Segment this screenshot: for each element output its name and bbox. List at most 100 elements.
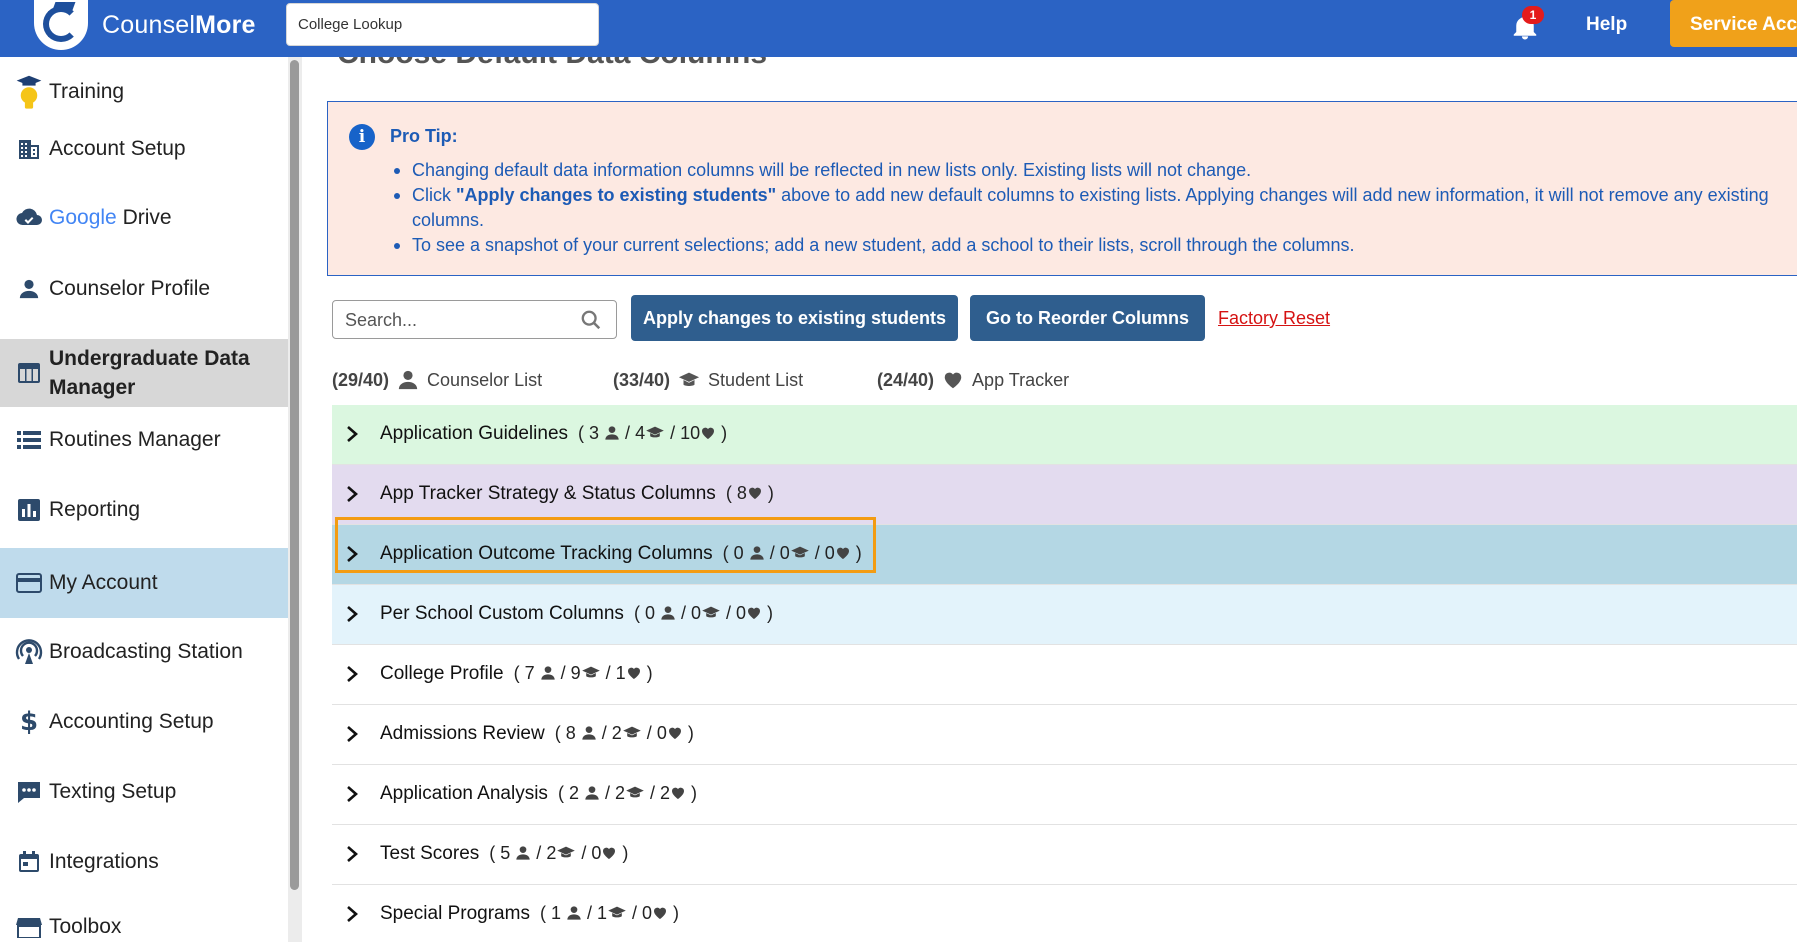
pro-tip-bullet: Changing default data information column…	[390, 158, 1797, 183]
graduation-cap-icon	[646, 426, 664, 438]
pro-tip-bullet: To see a snapshot of your current select…	[390, 233, 1797, 258]
sidebar-scrollbar-thumb[interactable]	[290, 60, 299, 890]
sidebar-item-texting-setup[interactable]: Texting Setup	[0, 762, 288, 822]
category-title: College Profile( 7 / 9 / 1 )	[380, 663, 653, 684]
heart-icon	[944, 372, 962, 389]
google-wordmark: Google	[49, 206, 117, 229]
chevron-right-icon[interactable]	[344, 665, 360, 683]
sidebar-item-counselor-profile[interactable]: Counselor Profile	[0, 259, 288, 319]
pro-tip-title: Pro Tip:	[390, 126, 458, 146]
sidebar-item-label: Routines Manager	[49, 428, 221, 451]
category-counts: ( 2 / 2 / 2 )	[557, 783, 698, 803]
heart-icon	[748, 487, 761, 499]
person-icon	[398, 370, 418, 390]
sidebar-item-label: Reporting	[49, 498, 141, 521]
category-counts: ( 5 / 2 / 0 )	[489, 843, 629, 863]
chevron-right-icon[interactable]	[344, 605, 360, 623]
list-icon	[15, 426, 43, 454]
dollar-icon: $	[19, 707, 39, 737]
sidebar-item-label: Texting Setup	[49, 780, 177, 803]
sidebar-item-my-account[interactable]: My Account	[0, 548, 288, 618]
sidebar-item-undergraduate-data-manager[interactable]: Undergraduate Data Manager	[0, 339, 288, 407]
chevron-right-icon[interactable]	[344, 845, 360, 863]
graduation-cap-icon	[626, 786, 644, 798]
sidebar-item-label: Counselor Profile	[49, 277, 211, 300]
reorder-columns-button[interactable]: Go to Reorder Columns	[970, 295, 1205, 341]
apply-changes-button[interactable]: Apply changes to existing students	[631, 295, 958, 341]
graduation-cap-icon	[608, 906, 626, 918]
service-account-button[interactable]: Service Account	[1670, 0, 1797, 47]
sidebar-item-routines-manager[interactable]: Routines Manager	[0, 410, 288, 470]
search-box	[332, 300, 617, 339]
category-row[interactable]: College Profile( 7 / 9 / 1 )	[332, 645, 1797, 705]
brand-name[interactable]: CounselMore	[102, 11, 256, 40]
sidebar-item-accounting-setup[interactable]: $ Accounting Setup	[0, 692, 288, 752]
sidebar-item-account-setup[interactable]: Account Setup	[0, 119, 288, 179]
search-input[interactable]	[345, 310, 575, 331]
graduation-cap-icon	[678, 372, 700, 386]
person-icon	[15, 275, 43, 303]
sidebar-item-reporting[interactable]: Reporting	[0, 480, 288, 540]
chevron-right-icon[interactable]	[344, 905, 360, 923]
focus-outline	[335, 517, 876, 573]
graduation-cap-icon	[557, 846, 576, 858]
category-counts: ( 8 / 2 / 0 )	[554, 723, 694, 743]
sidebar-item-label: Account Setup	[49, 137, 186, 160]
category-counts: ( 7 / 9 / 1 )	[513, 663, 653, 683]
category-counts: ( 3 / 4 / 10 )	[578, 423, 728, 443]
chevron-right-icon[interactable]	[344, 425, 360, 443]
category-row[interactable]: Test Scores( 5 / 2 / 0 )	[332, 825, 1797, 885]
category-counts: ( 0 / 0 / 0 )	[633, 603, 774, 623]
count-counselor-list: (29/40) Counselor List	[332, 369, 543, 390]
heart-icon	[702, 427, 715, 439]
chevron-right-icon[interactable]	[344, 785, 360, 803]
chevron-right-icon[interactable]	[344, 485, 360, 503]
sidebar-item-training[interactable]: Training	[0, 62, 288, 122]
category-row[interactable]: Admissions Review( 8 / 2 / 0 )	[332, 705, 1797, 765]
bar-chart-icon	[15, 496, 43, 524]
graduation-cap-icon	[581, 666, 600, 678]
category-title: App Tracker Strategy & Status Columns( 8…	[380, 483, 774, 504]
heart-icon	[748, 607, 761, 619]
cloud-check-icon	[15, 204, 43, 232]
category-row[interactable]: Special Programs( 1 / 1 / 0 )	[332, 885, 1797, 942]
heart-icon	[654, 907, 667, 919]
person-icon	[582, 726, 596, 740]
heart-icon	[603, 847, 616, 859]
category-row[interactable]: App Tracker Strategy & Status Columns( 8…	[332, 465, 1797, 525]
sidebar-item-label: My Account	[49, 571, 158, 594]
building-icon	[15, 135, 43, 163]
category-title: Special Programs( 1 / 1 / 0 )	[380, 903, 680, 924]
person-icon	[540, 666, 555, 680]
category-row[interactable]: Per School Custom Columns( 0 / 0 / 0 )	[332, 585, 1797, 645]
sidebar-item-integrations[interactable]: Integrations	[0, 832, 288, 892]
sidebar-item-broadcasting-station[interactable]: Broadcasting Station	[0, 622, 288, 682]
college-lookup-input[interactable]	[286, 3, 599, 46]
sidebar-item-label: Toolbox	[49, 915, 122, 938]
search-icon[interactable]	[580, 309, 602, 331]
sidebar-item-google-drive[interactable]: Google Drive	[0, 188, 288, 248]
pro-tip-list: Changing default data information column…	[390, 158, 1797, 258]
sidebar: Training Account Setup Google Drive Coun…	[0, 57, 288, 942]
chevron-right-icon[interactable]	[344, 725, 360, 743]
sidebar-item-label: Training	[49, 80, 125, 103]
sidebar-item-label: Broadcasting Station	[49, 640, 243, 663]
heart-icon	[668, 727, 681, 739]
table-icon	[15, 359, 43, 387]
graduation-cap-icon	[702, 606, 720, 618]
factory-reset-link[interactable]: Factory Reset	[1218, 308, 1330, 329]
category-counts: ( 8 )	[725, 483, 774, 503]
help-link[interactable]: Help	[1586, 14, 1627, 36]
logo-icon[interactable]	[34, 0, 88, 50]
count-student-list: (33/40) Student List	[613, 369, 804, 390]
category-title: Per School Custom Columns( 0 / 0 / 0 )	[380, 603, 774, 624]
store-icon	[15, 913, 43, 941]
category-row[interactable]: Application Analysis( 2 / 2 / 2 )	[332, 765, 1797, 825]
person-icon	[605, 426, 619, 440]
calendar-icon	[15, 848, 43, 876]
main-content: Choose Default Data Columns i Pro Tip: C…	[327, 57, 1797, 942]
category-title: Application Analysis( 2 / 2 / 2 )	[380, 783, 698, 804]
sidebar-item-toolbox[interactable]: Toolbox	[0, 902, 288, 942]
category-title: Admissions Review( 8 / 2 / 0 )	[380, 723, 694, 744]
category-row[interactable]: Application Guidelines( 3 / 4 / 10 )	[332, 405, 1797, 465]
